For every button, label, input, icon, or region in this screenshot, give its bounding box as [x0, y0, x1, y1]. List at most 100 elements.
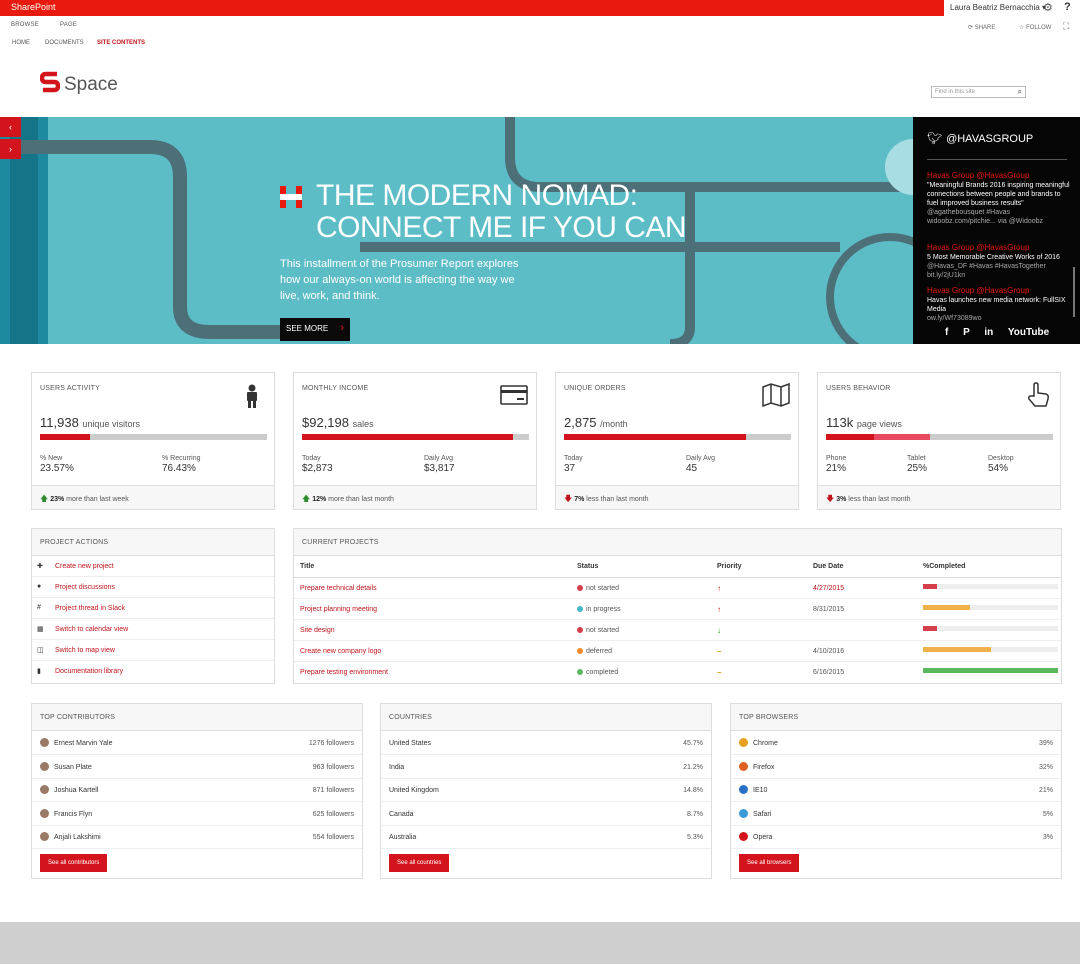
tweet[interactable]: Havas Group @HavasGroup "Meaningful Bran… [927, 171, 1073, 226]
column-header-completed[interactable]: %Completed [923, 563, 965, 570]
share-button[interactable]: ⟳ SHARE [968, 24, 995, 31]
search-input[interactable]: Find in this site ⌕ [931, 86, 1026, 98]
ribbon-tab-browse[interactable]: BROWSE [11, 22, 39, 28]
site-logo[interactable] [40, 70, 60, 94]
list-item[interactable]: Joshua Kartell 871 followers [32, 779, 362, 802]
action-item[interactable]: ✚ Create new project [32, 556, 274, 577]
list-item[interactable]: India 21.2% [381, 756, 711, 779]
focus-content-icon[interactable]: ⛶ [1063, 21, 1069, 32]
action-item[interactable]: ▦ Switch to calendar view [32, 619, 274, 640]
list-item[interactable]: Canada 8.7% [381, 803, 711, 826]
list-item[interactable]: Ernest Marvin Yale 1276 followers [32, 732, 362, 755]
status-badge: not started [577, 627, 619, 634]
list-item[interactable]: Firefox 32% [731, 756, 1061, 779]
project-actions-panel: PROJECT ACTIONS ✚ Create new project ● Pro… [31, 528, 275, 684]
item-name: United Kingdom [389, 787, 439, 794]
item-value: 45.7% [683, 740, 703, 747]
suite-brand[interactable]: SharePoint [11, 2, 56, 12]
completion-bar [923, 647, 1058, 652]
table-row[interactable]: Site design not started ↓ [294, 620, 1061, 641]
gear-icon[interactable]: ⚙ [1043, 1, 1053, 14]
panel-title: TOP BROWSERS [731, 704, 1061, 731]
list-item[interactable]: United States 45.7% [381, 732, 711, 755]
site-title[interactable]: Space [64, 74, 118, 96]
scrollbar[interactable] [1073, 267, 1075, 317]
hero-next-button[interactable]: › [0, 139, 21, 159]
panel-title: TOP CONTRIBUTORS [32, 704, 362, 731]
priority-up-icon: ↑ [717, 605, 721, 614]
completion-fill [923, 626, 937, 631]
project-title-link[interactable]: Prepare technical details [300, 585, 377, 592]
chat-icon: ● [37, 583, 42, 590]
item-value: 871 followers [312, 787, 354, 794]
ribbon-tab-page[interactable]: PAGE [60, 22, 77, 28]
column-header-status[interactable]: Status [577, 563, 598, 570]
table-row[interactable]: Prepare testing environment completed – 6/1… [294, 662, 1061, 683]
list-item[interactable]: Susan Plate 963 followers [32, 756, 362, 779]
action-item[interactable]: ● Project discussions [32, 577, 274, 598]
card-footer: 🡅 23% more than last week [32, 485, 274, 509]
chevron-right-icon: › [340, 322, 344, 334]
item-name: Safari [753, 810, 772, 818]
follow-button[interactable]: ☆ FOLLOW [1019, 24, 1051, 31]
list-item[interactable]: Safari 5% [731, 803, 1061, 826]
list-item[interactable]: Anjali Lakshimi 554 followers [32, 826, 362, 849]
project-title-link[interactable]: Project planning meeting [300, 606, 377, 613]
search-icon[interactable]: ⌕ [1018, 87, 1022, 97]
hero-prev-button[interactable]: ‹ [0, 117, 21, 137]
list-item[interactable]: United Kingdom 14.8% [381, 779, 711, 802]
column-header-due-date[interactable]: Due Date [813, 563, 843, 570]
column-header-title[interactable]: Title [300, 563, 314, 570]
column-header-priority[interactable]: Priority [717, 563, 742, 570]
hero-description: This installment of the Prosumer Report … [280, 258, 519, 302]
item-value: 5.3% [687, 834, 703, 841]
nav-site-contents[interactable]: SITE CONTENTS [97, 40, 145, 46]
countries-panel: COUNTRIES United States 45.7% India 21.2% Un… [380, 703, 712, 879]
item-name: Opera [753, 834, 773, 841]
havas-logo-icon [280, 186, 302, 208]
tweet[interactable]: Havas Group @HavasGroup Havas launches n… [927, 286, 1073, 323]
list-item[interactable]: Australia 5.3% [381, 826, 711, 849]
see-all-contributors-button[interactable]: See all contributors [40, 854, 108, 872]
table-row[interactable]: Prepare technical details not started ↑ 4/2… [294, 578, 1061, 599]
tweet[interactable]: Havas Group @HavasGroup 5 Most Memorable… [927, 243, 1073, 280]
help-icon[interactable]: ? [1064, 1, 1071, 13]
table-row[interactable]: Project planning meeting in progress ↑ 8/31… [294, 599, 1061, 620]
stat-col: % Recurring 76.43% [162, 455, 201, 474]
action-item[interactable]: # Project thread in Slack [32, 598, 274, 619]
see-all-browsers-button[interactable]: See all browsers [739, 854, 800, 872]
item-value: 21.2% [683, 763, 703, 771]
project-title-link[interactable]: Prepare testing environment [300, 669, 388, 676]
table-row[interactable]: Create new company logo deferred – 4/10/201… [294, 641, 1061, 662]
opera-icon [739, 832, 748, 841]
due-date: 6/16/2015 [813, 669, 845, 676]
arrow-up-icon: 🡅 [302, 494, 311, 503]
stat-col: Daily Avg $3,817 [424, 455, 455, 474]
card-footer: 🡇 7% less than last month [556, 485, 798, 509]
item-name: United States [389, 740, 432, 747]
stat-value: 2,875 /month [564, 415, 628, 430]
list-item[interactable]: IE10 21% [731, 779, 1061, 802]
share-icon: ⟳ [968, 25, 974, 31]
see-more-button[interactable]: SEE MORE › [280, 318, 350, 341]
arrow-up-icon: 🡅 [40, 494, 49, 503]
user-menu[interactable]: Laura Beatriz Bernacchia ▾ [950, 3, 1046, 12]
list-item[interactable]: Chrome 39% [731, 732, 1061, 755]
action-item[interactable]: ◫ Switch to map view [32, 640, 274, 661]
avatar [40, 785, 49, 794]
project-title-link[interactable]: Site design [300, 627, 335, 634]
action-item[interactable]: ▮ Documentation library [32, 661, 274, 682]
list-item[interactable]: Opera 3% [731, 826, 1061, 849]
status-dot-icon [577, 669, 583, 675]
item-name: Joshua Kartell [54, 787, 99, 794]
nav-home[interactable]: HOME [12, 40, 30, 46]
project-title-link[interactable]: Create new company logo [300, 648, 381, 655]
completion-fill [923, 668, 1058, 673]
social-links[interactable]: f P in YouTube [945, 327, 1049, 338]
divider [927, 159, 1067, 160]
firefox-icon [739, 761, 748, 771]
footer-band [0, 922, 1080, 964]
see-all-countries-button[interactable]: See all countries [389, 854, 450, 872]
list-item[interactable]: Francis Flyn 625 followers [32, 803, 362, 826]
nav-documents[interactable]: DOCUMENTS [45, 40, 84, 46]
